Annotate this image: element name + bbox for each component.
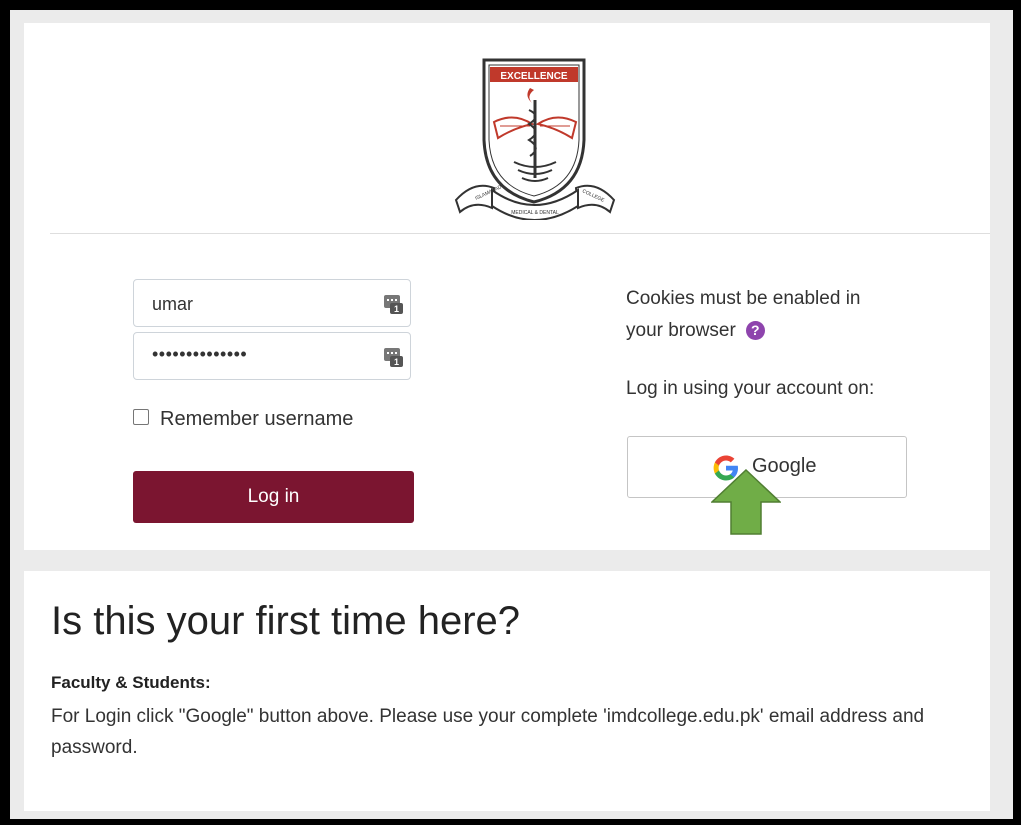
password-value: ••••••••••••••	[152, 344, 248, 364]
login-card: EXCELLENCE ISLAMABAD MEDICAL & DENTAL CO…	[24, 23, 990, 550]
green-up-arrow-icon	[711, 469, 781, 535]
page-frame: EXCELLENCE ISLAMABAD MEDICAL & DENTAL CO…	[10, 10, 1013, 819]
username-field[interactable]: umar 1	[133, 279, 411, 327]
svg-text:1: 1	[394, 357, 399, 367]
key-icon[interactable]: 1	[384, 293, 403, 314]
remember-label[interactable]: Remember username	[160, 408, 353, 431]
first-time-card: Is this your first time here? Faculty & …	[24, 571, 990, 811]
cookies-notice: Cookies must be enabled in your browser?	[626, 283, 926, 347]
username-value: umar	[152, 294, 194, 314]
cookies-text-line2: your browser?	[626, 315, 926, 347]
faculty-students-heading: Faculty & Students:	[51, 673, 211, 692]
login-button[interactable]: Log in	[133, 471, 414, 523]
cookies-text-line1: Cookies must be enabled in	[626, 288, 861, 309]
login-using-text: Log in using your account on:	[626, 378, 875, 399]
svg-text:1: 1	[394, 304, 399, 314]
cookies-text: your browser	[626, 320, 736, 341]
password-field[interactable]: •••••••••••••• 1	[133, 332, 411, 380]
svg-text:MEDICAL & DENTAL: MEDICAL & DENTAL	[511, 210, 559, 216]
header-divider	[50, 233, 990, 234]
login-instructions: For Login click "Google" button above. P…	[51, 706, 925, 758]
college-logo: EXCELLENCE ISLAMABAD MEDICAL & DENTAL CO…	[454, 58, 616, 220]
first-time-heading: Is this your first time here?	[51, 599, 521, 643]
key-icon[interactable]: 1	[384, 346, 403, 367]
svg-text:EXCELLENCE: EXCELLENCE	[500, 71, 568, 82]
remember-checkbox[interactable]	[133, 409, 149, 425]
question-circle-icon[interactable]: ?	[745, 321, 765, 341]
